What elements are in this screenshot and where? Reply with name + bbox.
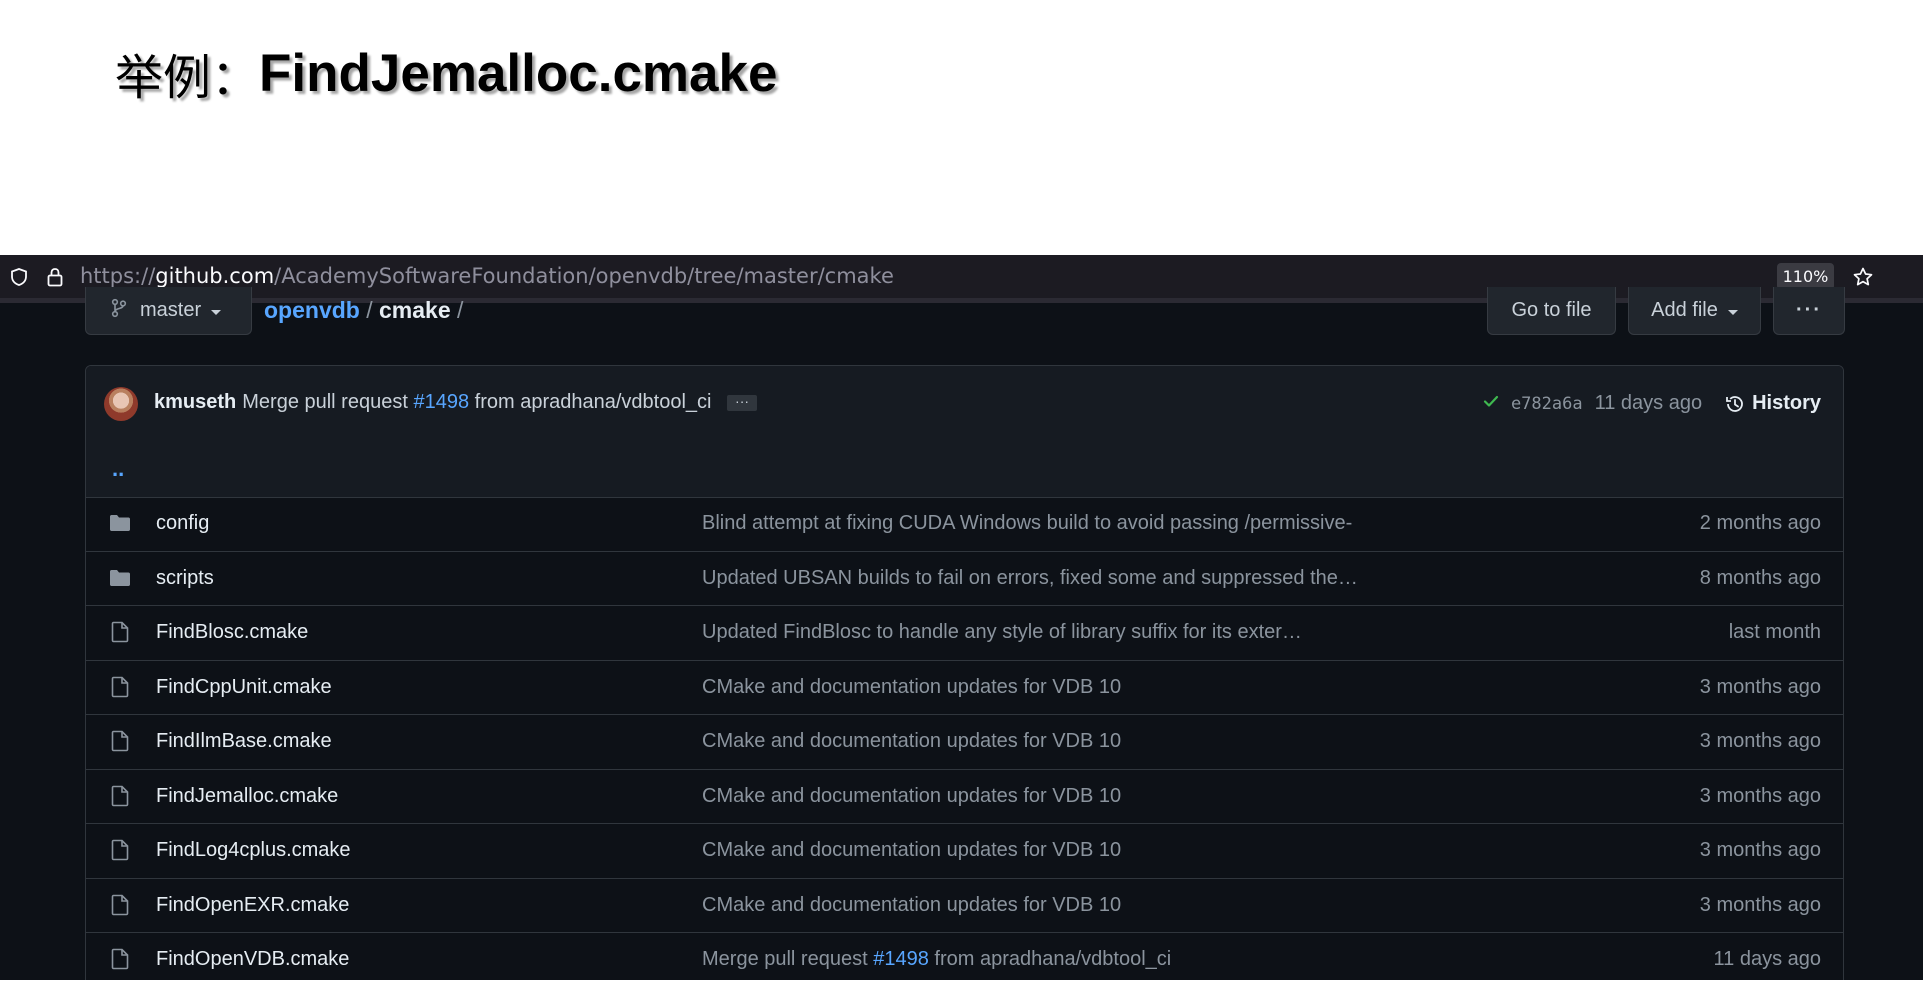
breadcrumb-current-dir: cmake: [379, 297, 451, 323]
file-listing: kmuseth Merge pull request #1498 from apr…: [85, 365, 1844, 980]
file-commit-message[interactable]: Merge pull request #1498 from apradhana/…: [702, 948, 1171, 971]
history-label: History: [1752, 392, 1821, 414]
file-name-link[interactable]: FindOpenEXR.cmake: [156, 894, 349, 917]
url-scheme: https://: [80, 264, 156, 288]
file-icon: [108, 838, 132, 862]
file-icon: [108, 893, 132, 917]
branch-name: master: [140, 299, 202, 321]
file-name-link[interactable]: FindOpenVDB.cmake: [156, 948, 349, 971]
file-commit-message-prefix[interactable]: Merge pull request: [702, 948, 868, 970]
file-name-link[interactable]: scripts: [156, 567, 214, 590]
breadcrumb: openvdb / cmake /: [264, 297, 463, 324]
branch-select-button[interactable]: master: [85, 287, 252, 335]
parent-directory-row[interactable]: ..: [86, 444, 1843, 498]
file-row[interactable]: config Blind attempt at fixing CUDA Windo…: [86, 497, 1843, 552]
browser-screenshot: https://github.com/AcademySoftwareFounda…: [0, 255, 1923, 980]
file-name-link[interactable]: FindJemalloc.cmake: [156, 785, 338, 808]
git-branch-icon: [110, 298, 128, 324]
history-link[interactable]: History: [1724, 392, 1821, 415]
expand-commit-message-button[interactable]: ···: [727, 394, 758, 411]
file-commit-age: 8 months ago: [1699, 566, 1821, 589]
file-commit-message[interactable]: CMake and documentation updates for VDB …: [702, 894, 1121, 917]
file-commit-message[interactable]: Updated UBSAN builds to fail on errors, …: [702, 567, 1358, 590]
file-icon: [108, 675, 132, 699]
breadcrumb-separator: /: [366, 297, 373, 323]
file-commit-age: last month: [1728, 621, 1821, 643]
file-commit-message[interactable]: CMake and documentation updates for VDB …: [702, 839, 1121, 862]
history-icon: [1724, 393, 1746, 415]
file-commit-message[interactable]: CMake and documentation updates for VDB …: [702, 676, 1121, 699]
file-commit-age: 3 months ago: [1699, 893, 1821, 916]
file-icon: [108, 729, 132, 753]
file-commit-age: 3 months ago: [1699, 730, 1821, 752]
latest-commit-bar: kmuseth Merge pull request #1498 from apr…: [86, 366, 1843, 445]
file-commit-message[interactable]: Blind attempt at fixing CUDA Windows bui…: [702, 512, 1352, 535]
file-commit-pr-link[interactable]: #1498: [873, 948, 929, 970]
file-icon: [108, 620, 132, 644]
file-row[interactable]: FindIlmBase.cmake CMake and documentation…: [86, 715, 1843, 770]
check-icon[interactable]: [1481, 391, 1501, 416]
add-file-button[interactable]: Add file: [1628, 287, 1761, 335]
folder-icon: [108, 566, 132, 590]
file-commit-message-suffix[interactable]: from apradhana/vdbtool_ci: [934, 948, 1171, 970]
file-row[interactable]: FindCppUnit.cmake CMake and documentation…: [86, 661, 1843, 715]
file-commit-age: 3 months ago: [1699, 784, 1821, 807]
commit-meta: e782a6a 11 days ago History: [1481, 391, 1821, 416]
file-row[interactable]: FindOpenEXR.cmake CMake and documentation…: [86, 879, 1843, 933]
file-name-link[interactable]: FindCppUnit.cmake: [156, 676, 332, 699]
more-options-button[interactable]: ···: [1773, 287, 1845, 335]
file-name-link[interactable]: FindLog4cplus.cmake: [156, 839, 351, 862]
file-row[interactable]: FindLog4cplus.cmake CMake and documentati…: [86, 824, 1843, 879]
file-commit-age: 2 months ago: [1699, 512, 1821, 534]
url-path: /AcademySoftwareFoundation/openvdb/tree/…: [274, 264, 894, 288]
file-name-link[interactable]: FindBlosc.cmake: [156, 621, 308, 644]
file-row[interactable]: FindOpenVDB.cmake Merge pull request #149…: [86, 933, 1843, 980]
commit-message-prefix[interactable]: Merge pull request: [242, 391, 408, 413]
commit-author-link[interactable]: kmuseth: [154, 391, 236, 413]
breadcrumb-repo-link[interactable]: openvdb: [264, 297, 360, 323]
avatar[interactable]: [104, 387, 138, 421]
file-name-link[interactable]: config: [156, 512, 209, 535]
file-commit-age: 3 months ago: [1699, 675, 1821, 698]
commit-sha-link[interactable]: e782a6a: [1511, 394, 1583, 414]
file-commit-message[interactable]: Updated FindBlosc to handle any style of…: [702, 621, 1302, 644]
file-commit-message[interactable]: CMake and documentation updates for VDB …: [702, 785, 1121, 808]
commit-pr-link[interactable]: #1498: [413, 391, 469, 413]
file-rows: config Blind attempt at fixing CUDA Windo…: [86, 497, 1843, 980]
commit-age: 11 days ago: [1594, 392, 1703, 414]
file-row[interactable]: FindBlosc.cmake Updated FindBlosc to hand…: [86, 606, 1843, 661]
star-bookmark-icon[interactable]: [1852, 266, 1874, 288]
file-row[interactable]: FindJemalloc.cmake CMake and documentatio…: [86, 770, 1843, 824]
slide-title-prefix: 举例：: [115, 50, 260, 106]
file-row[interactable]: scripts Updated UBSAN builds to fail on e…: [86, 552, 1843, 606]
breadcrumb-separator: /: [457, 297, 464, 323]
kebab-icon: ···: [1796, 299, 1822, 321]
parent-directory-link[interactable]: ..: [112, 456, 124, 482]
url-host: github.com: [155, 264, 275, 288]
go-to-file-label: Go to file: [1511, 299, 1592, 321]
commit-message-suffix[interactable]: from apradhana/vdbtool_ci: [475, 391, 712, 413]
chevron-down-icon: [1727, 309, 1738, 315]
add-file-label: Add file: [1651, 299, 1718, 321]
slide-title: 举例： FindJemalloc.cmake: [115, 38, 777, 108]
slide-title-main: FindJemalloc.cmake: [259, 43, 778, 103]
chevron-down-icon: [211, 309, 222, 315]
commit-message: kmuseth Merge pull request #1498 from apr…: [154, 391, 758, 414]
file-commit-message[interactable]: CMake and documentation updates for VDB …: [702, 730, 1121, 753]
file-commit-age: 11 days ago: [1713, 948, 1822, 970]
shield-icon[interactable]: [8, 266, 30, 288]
file-icon: [108, 947, 132, 971]
folder-icon: [108, 511, 132, 535]
zoom-level-badge[interactable]: 110%: [1777, 263, 1834, 290]
file-name-link[interactable]: FindIlmBase.cmake: [156, 730, 332, 753]
file-icon: [108, 784, 132, 808]
file-commit-age: 3 months ago: [1699, 839, 1821, 861]
go-to-file-button[interactable]: Go to file: [1487, 287, 1616, 335]
lock-icon[interactable]: [44, 266, 66, 288]
